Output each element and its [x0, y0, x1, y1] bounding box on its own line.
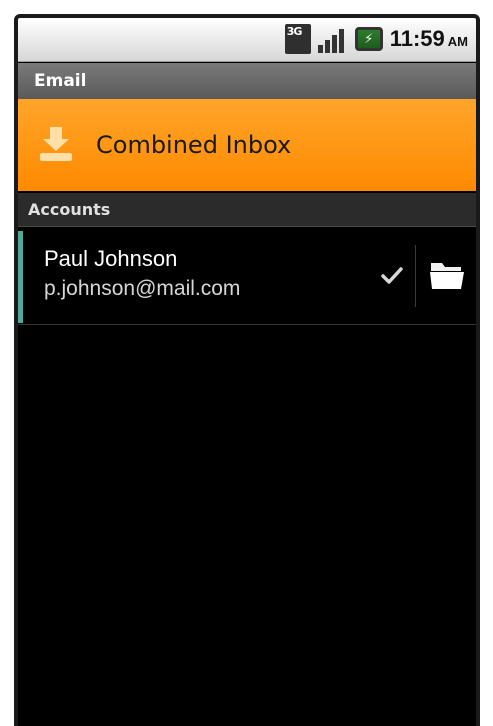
account-email: p.johnson@mail.com	[44, 277, 241, 300]
status-icons: 3G ⚡ 11:59 AM	[284, 23, 468, 55]
folder-icon[interactable]	[428, 257, 466, 293]
network-label: 3G	[286, 25, 303, 38]
accounts-section-header: Accounts	[18, 193, 476, 227]
battery-glyph: ⚡	[364, 31, 374, 47]
screenshot-frame: 3G ⚡ 11:59 AM Email Combined Inbox Accou…	[0, 0, 493, 726]
app-title-bar: Email	[18, 63, 476, 99]
account-accent-bar	[18, 231, 23, 323]
status-bar: 3G ⚡ 11:59 AM	[18, 18, 476, 62]
phone-screen: 3G ⚡ 11:59 AM Email Combined Inbox Accou…	[14, 14, 480, 726]
clock-time: 11:59	[389, 26, 445, 51]
accounts-header-label: Accounts	[28, 200, 111, 219]
status-clock: 11:59 AM	[390, 26, 468, 52]
battery-charging-icon: ⚡	[354, 27, 383, 51]
account-item[interactable]: Paul Johnson p.johnson@mail.com	[18, 229, 476, 325]
row-divider	[415, 245, 416, 307]
app-title: Email	[34, 71, 87, 91]
network-3g-icon: 3G	[284, 24, 311, 54]
signal-strength-icon	[317, 25, 348, 53]
inbox-download-icon	[40, 127, 72, 161]
combined-inbox-label: Combined Inbox	[96, 131, 292, 159]
check-icon	[381, 267, 403, 284]
account-name: Paul Johnson	[44, 246, 178, 271]
clock-ampm: AM	[447, 34, 468, 49]
combined-inbox-button[interactable]: Combined Inbox	[18, 99, 476, 191]
